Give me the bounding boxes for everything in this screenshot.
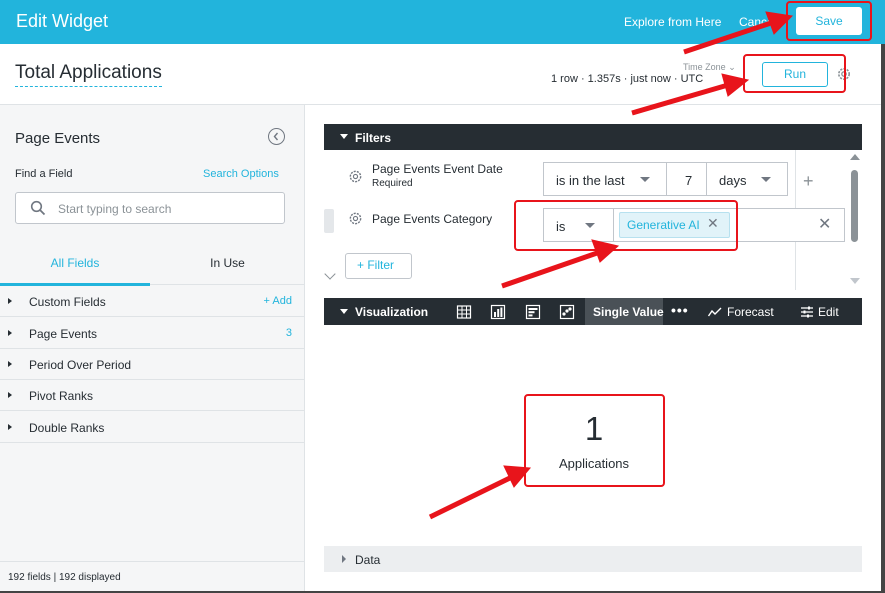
annotation-arrows xyxy=(428,11,794,520)
